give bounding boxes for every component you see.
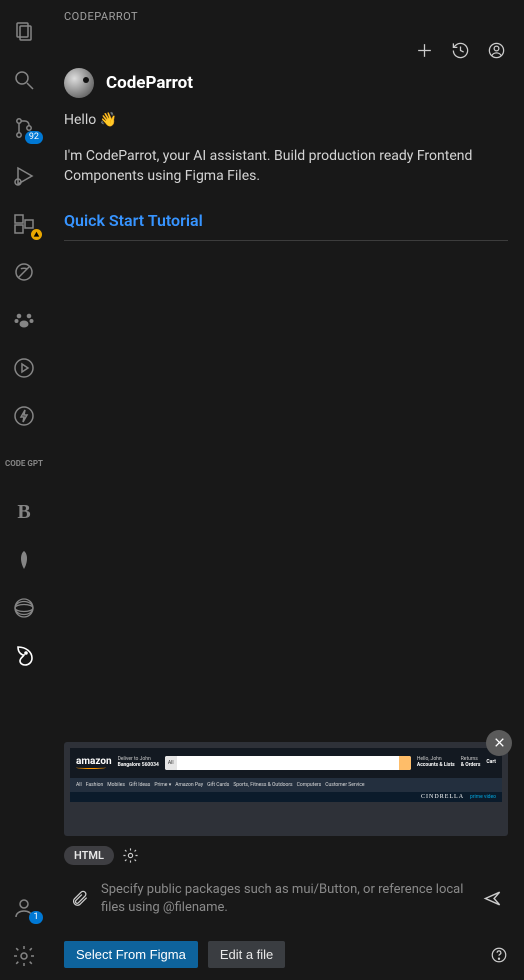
greeting-text: Hello 👋 xyxy=(64,112,508,128)
leaf-icon[interactable] xyxy=(0,536,48,584)
codeparrot-activity-icon[interactable] xyxy=(0,632,48,680)
codegpt-icon[interactable]: CODE GPT xyxy=(0,440,48,488)
edit-file-button[interactable]: Edit a file xyxy=(208,941,285,968)
codeparrot-logo xyxy=(64,68,94,98)
help-icon[interactable] xyxy=(490,946,508,964)
codeparrot-panel: CODEPARROT CodeParrot Hello 👋 I'm CodePa… xyxy=(48,0,524,980)
attachment-preview: amazon Deliver to John Bangalore 560034 … xyxy=(64,742,508,836)
composer-input-row: Specify public packages such as mui/Butt… xyxy=(64,873,508,941)
panel-toolbar xyxy=(48,32,524,64)
accounts-icon[interactable]: 1 xyxy=(0,884,48,932)
brand-row: CodeParrot xyxy=(48,64,524,106)
brand-name: CodeParrot xyxy=(106,73,193,93)
intro-text: I'm CodeParrot, your AI assistant. Build… xyxy=(64,146,508,187)
select-from-figma-button[interactable]: Select From Figma xyxy=(64,941,198,968)
accounts-badge: 1 xyxy=(29,911,43,924)
source-control-badge: 92 xyxy=(25,131,43,144)
source-control-icon[interactable]: 92 xyxy=(0,104,48,152)
language-row: HTML xyxy=(64,846,508,865)
sphere-icon[interactable] xyxy=(0,584,48,632)
no-bug-icon[interactable] xyxy=(0,248,48,296)
preview-banner: CINDRELLA prime video xyxy=(70,792,502,802)
settings-gear-icon[interactable] xyxy=(0,932,48,980)
profile-icon[interactable] xyxy=(484,38,508,62)
panel-title: CODEPARROT xyxy=(48,0,524,32)
preview-nav: All Fashion Mobiles Gift Ideas Prime ▾ A… xyxy=(70,778,502,792)
history-icon[interactable] xyxy=(448,38,472,62)
chat-content: Hello 👋 I'm CodeParrot, your AI assistan… xyxy=(48,106,524,742)
language-chip[interactable]: HTML xyxy=(64,846,114,865)
action-row: Select From Figma Edit a file xyxy=(64,941,508,968)
explorer-icon[interactable] xyxy=(0,8,48,56)
preview-header: amazon Deliver to John Bangalore 560034 … xyxy=(70,748,502,778)
composer-area: amazon Deliver to John Bangalore 560034 … xyxy=(48,742,524,980)
send-icon[interactable] xyxy=(483,889,502,908)
extensions-icon[interactable] xyxy=(0,200,48,248)
composer-input[interactable]: Specify public packages such as mui/Butt… xyxy=(101,881,471,917)
settings-small-icon[interactable] xyxy=(122,847,139,864)
extensions-warning-badge xyxy=(31,229,42,240)
preview-account-links: Hello, JohnAccounts & Lists Returns& Ord… xyxy=(417,757,496,768)
quick-start-link[interactable]: Quick Start Tutorial xyxy=(64,211,508,241)
pets-icon[interactable] xyxy=(0,296,48,344)
bolt-icon[interactable] xyxy=(0,392,48,440)
attach-icon[interactable] xyxy=(70,889,89,908)
new-chat-icon[interactable] xyxy=(412,38,436,62)
activity-bar: 92 CODE GPT B 1 xyxy=(0,0,48,980)
play-circle-icon[interactable] xyxy=(0,344,48,392)
run-debug-icon[interactable] xyxy=(0,152,48,200)
preview-logo: amazon xyxy=(76,756,112,769)
preview-search: All xyxy=(165,756,411,770)
wave-emoji: 👋 xyxy=(100,112,117,128)
search-icon[interactable] xyxy=(0,56,48,104)
close-icon[interactable] xyxy=(486,730,512,756)
bold-icon[interactable]: B xyxy=(0,488,48,536)
preview-deliver: Deliver to John Bangalore 560034 xyxy=(118,757,159,768)
